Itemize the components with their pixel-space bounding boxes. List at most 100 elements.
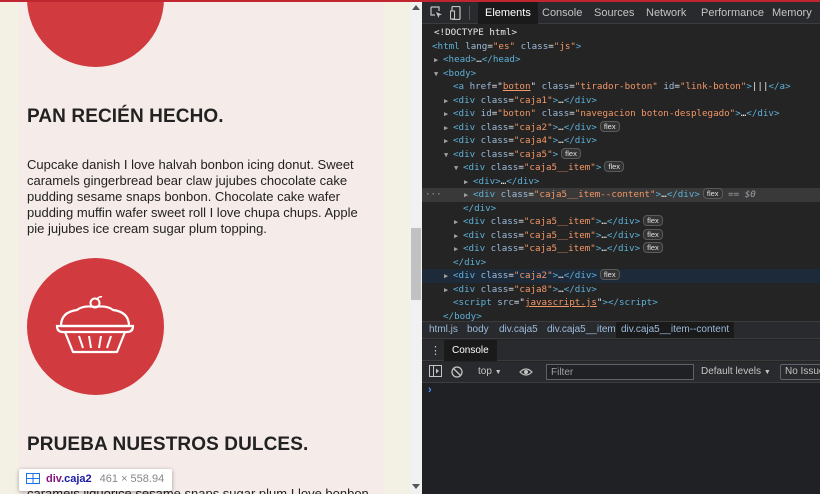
- scroll-down-arrow-icon[interactable]: [412, 484, 420, 489]
- dom-node-boton[interactable]: ▶ <div id="boton" class="navegacion boton…: [422, 107, 820, 121]
- flex-badge[interactable]: flex: [643, 242, 663, 253]
- dom-node-head[interactable]: ▶ <head>…</head>: [422, 53, 820, 67]
- html-class-value: "js": [553, 40, 576, 52]
- tab-console[interactable]: Console: [535, 2, 589, 24]
- collapsed-triangle-icon[interactable]: ▶: [464, 176, 473, 190]
- dom-tree: <!DOCTYPE html> <html lang="es" class="j…: [422, 25, 820, 321]
- flex-badge[interactable]: flex: [604, 161, 625, 172]
- dom-node-a[interactable]: <a href="boton" class="tirador-boton" id…: [422, 80, 820, 94]
- drawer-tab-console[interactable]: Console: [444, 340, 497, 361]
- dom-node-caja2-hovered[interactable]: ▶ <div class="caja2">…</div> flex: [422, 269, 820, 283]
- breadcrumb-caja5[interactable]: div.caja5: [494, 322, 543, 338]
- dom-node-close-div[interactable]: </div>: [422, 256, 820, 270]
- dom-node-caja5[interactable]: ▼ <div class="caja5"> flex: [422, 147, 820, 163]
- eye-icon[interactable]: [519, 367, 533, 377]
- context-select[interactable]: top ▼: [478, 366, 502, 377]
- breadcrumb-caja5-item[interactable]: div.caja5__item: [542, 322, 621, 338]
- expanded-triangle-icon[interactable]: ▼: [444, 149, 453, 163]
- dom-node-caja8[interactable]: ▶ <div class="caja8">…</div>: [422, 283, 820, 297]
- context-value: top: [478, 366, 492, 377]
- section-heading-bread: PAN RECIÉN HECHO.: [27, 106, 224, 127]
- pie-circle: [27, 258, 164, 395]
- device-toolbar-icon[interactable]: [450, 6, 462, 20]
- collapsed-triangle-icon[interactable]: ▶: [444, 95, 453, 109]
- more-options-icon[interactable]: ⋮: [430, 344, 441, 357]
- drawer-tabbar: ⋮ Console: [422, 340, 820, 361]
- dom-node-caja5-item-4[interactable]: ▶ <div class="caja5__item">…</div> flex: [422, 242, 820, 256]
- element-inspect-tooltip: div.caja2 461 × 558.94: [19, 469, 173, 491]
- tooltip-size: 461 × 558.94: [99, 473, 165, 485]
- tab-network[interactable]: Network: [639, 2, 693, 24]
- dom-node-caja1[interactable]: ▶ <div class="caja1">…</div>: [422, 94, 820, 108]
- a-href-value[interactable]: boton: [503, 81, 531, 92]
- scroll-up-arrow-icon[interactable]: [412, 5, 420, 10]
- tab-elements[interactable]: Elements: [478, 2, 538, 24]
- page-scrollbar[interactable]: [410, 0, 422, 494]
- item-class-value: "caja5__item": [523, 243, 596, 254]
- dom-node-caja5-item-2[interactable]: ▶ <div class="caja5__item">…</div> flex: [422, 215, 820, 229]
- collapsed-triangle-icon[interactable]: ▶: [444, 270, 453, 284]
- section-heading-sweets: PRUEBA NUESTROS DULCES.: [27, 434, 309, 455]
- item-class-value: "caja5__item": [523, 229, 596, 241]
- boton-id-value: "boton": [497, 108, 537, 119]
- flex-badge[interactable]: flex: [643, 228, 663, 240]
- clear-console-icon[interactable]: [451, 366, 463, 378]
- console-toolbar: top ▼ Default levels ▼ No Issues: [422, 362, 820, 383]
- dom-node-caja5-item-1[interactable]: ▼ <div class="caja5__item"> flex: [422, 161, 820, 175]
- collapsed-triangle-icon[interactable]: ▶: [444, 284, 453, 298]
- collapsed-triangle-icon[interactable]: ▶: [464, 189, 473, 203]
- pie-icon: [55, 296, 135, 354]
- scroll-thumb[interactable]: [411, 228, 421, 300]
- console-output[interactable]: ›: [422, 383, 820, 494]
- sidebar-toggle-icon[interactable]: [429, 365, 442, 377]
- a-id-value: "link-boton": [679, 81, 747, 92]
- caja5-class-value: "caja5": [513, 148, 553, 160]
- grid-icon: [26, 473, 40, 484]
- more-dots-icon[interactable]: ···: [425, 188, 442, 202]
- collapsed-triangle-icon[interactable]: ▶: [444, 135, 453, 149]
- dom-node-body[interactable]: ▼ <body>: [422, 67, 820, 81]
- dom-node-script[interactable]: <script src="javascript.js"></script>: [422, 296, 820, 310]
- dom-node-caja2[interactable]: ▶ <div class="caja2">…</div> flex: [422, 120, 820, 136]
- inspect-element-icon[interactable]: [430, 6, 443, 19]
- console-filter-input[interactable]: [546, 364, 694, 380]
- breadcrumb-item-content[interactable]: div.caja5__item--content: [616, 322, 735, 338]
- flex-badge[interactable]: flex: [599, 120, 620, 132]
- dom-node-doctype[interactable]: <!DOCTYPE html>: [422, 26, 820, 40]
- dom-node-caja4[interactable]: ▶ <div class="caja4">…</div>: [422, 134, 820, 148]
- script-src-value[interactable]: javascript.js: [525, 297, 597, 308]
- collapsed-triangle-icon[interactable]: ▶: [444, 122, 453, 136]
- tab-sources[interactable]: Sources: [587, 2, 641, 24]
- flex-badge[interactable]: flex: [599, 269, 620, 280]
- flex-badge[interactable]: flex: [643, 215, 663, 226]
- console-prompt-icon[interactable]: ›: [428, 384, 432, 396]
- issues-button[interactable]: No Issues: [780, 364, 820, 380]
- tab-performance[interactable]: Performance: [694, 2, 771, 24]
- tooltip-class: .caja2: [61, 473, 92, 485]
- page-content: PAN RECIÉN HECHO. Cupcake danish I love …: [19, 0, 384, 494]
- web-page: PAN RECIÉN HECHO. Cupcake danish I love …: [0, 0, 410, 494]
- expanded-triangle-icon[interactable]: ▼: [454, 162, 463, 176]
- expanded-triangle-icon[interactable]: ▼: [434, 68, 443, 82]
- tab-memory[interactable]: Memory: [765, 2, 819, 24]
- dom-node-caja5-item-3[interactable]: ▶ <div class="caja5__item">…</div> flex: [422, 228, 820, 244]
- flex-badge[interactable]: flex: [702, 188, 723, 199]
- collapsed-triangle-icon[interactable]: ▶: [454, 216, 463, 230]
- collapsed-triangle-icon[interactable]: ▶: [444, 108, 453, 122]
- dom-node-close-div[interactable]: </div>: [422, 202, 820, 216]
- collapsed-triangle-icon[interactable]: ▶: [434, 54, 443, 68]
- toolbar-separator: [469, 6, 470, 20]
- dom-node-close-body[interactable]: </body>: [422, 310, 820, 322]
- log-levels-select[interactable]: Default levels ▼: [701, 366, 771, 377]
- dom-node-html[interactable]: <html lang="es" class="js">: [422, 40, 820, 54]
- breadcrumb-html[interactable]: html.js: [424, 322, 463, 338]
- collapsed-triangle-icon[interactable]: ▶: [454, 243, 463, 257]
- flex-badge[interactable]: flex: [561, 147, 581, 159]
- dom-node-item-content-selected[interactable]: ··· ▶ <div class="caja5__item--content">……: [422, 188, 820, 202]
- html-lang-value: "es": [492, 40, 516, 52]
- devtools-toolbar: Elements Console Sources Network Perform…: [422, 2, 820, 24]
- breadcrumb-body[interactable]: body: [462, 322, 494, 338]
- a-text: |||: [751, 81, 769, 92]
- collapsed-triangle-icon[interactable]: ▶: [454, 230, 463, 244]
- dom-node-inner-div[interactable]: ▶ <div>…</div>: [422, 175, 820, 189]
